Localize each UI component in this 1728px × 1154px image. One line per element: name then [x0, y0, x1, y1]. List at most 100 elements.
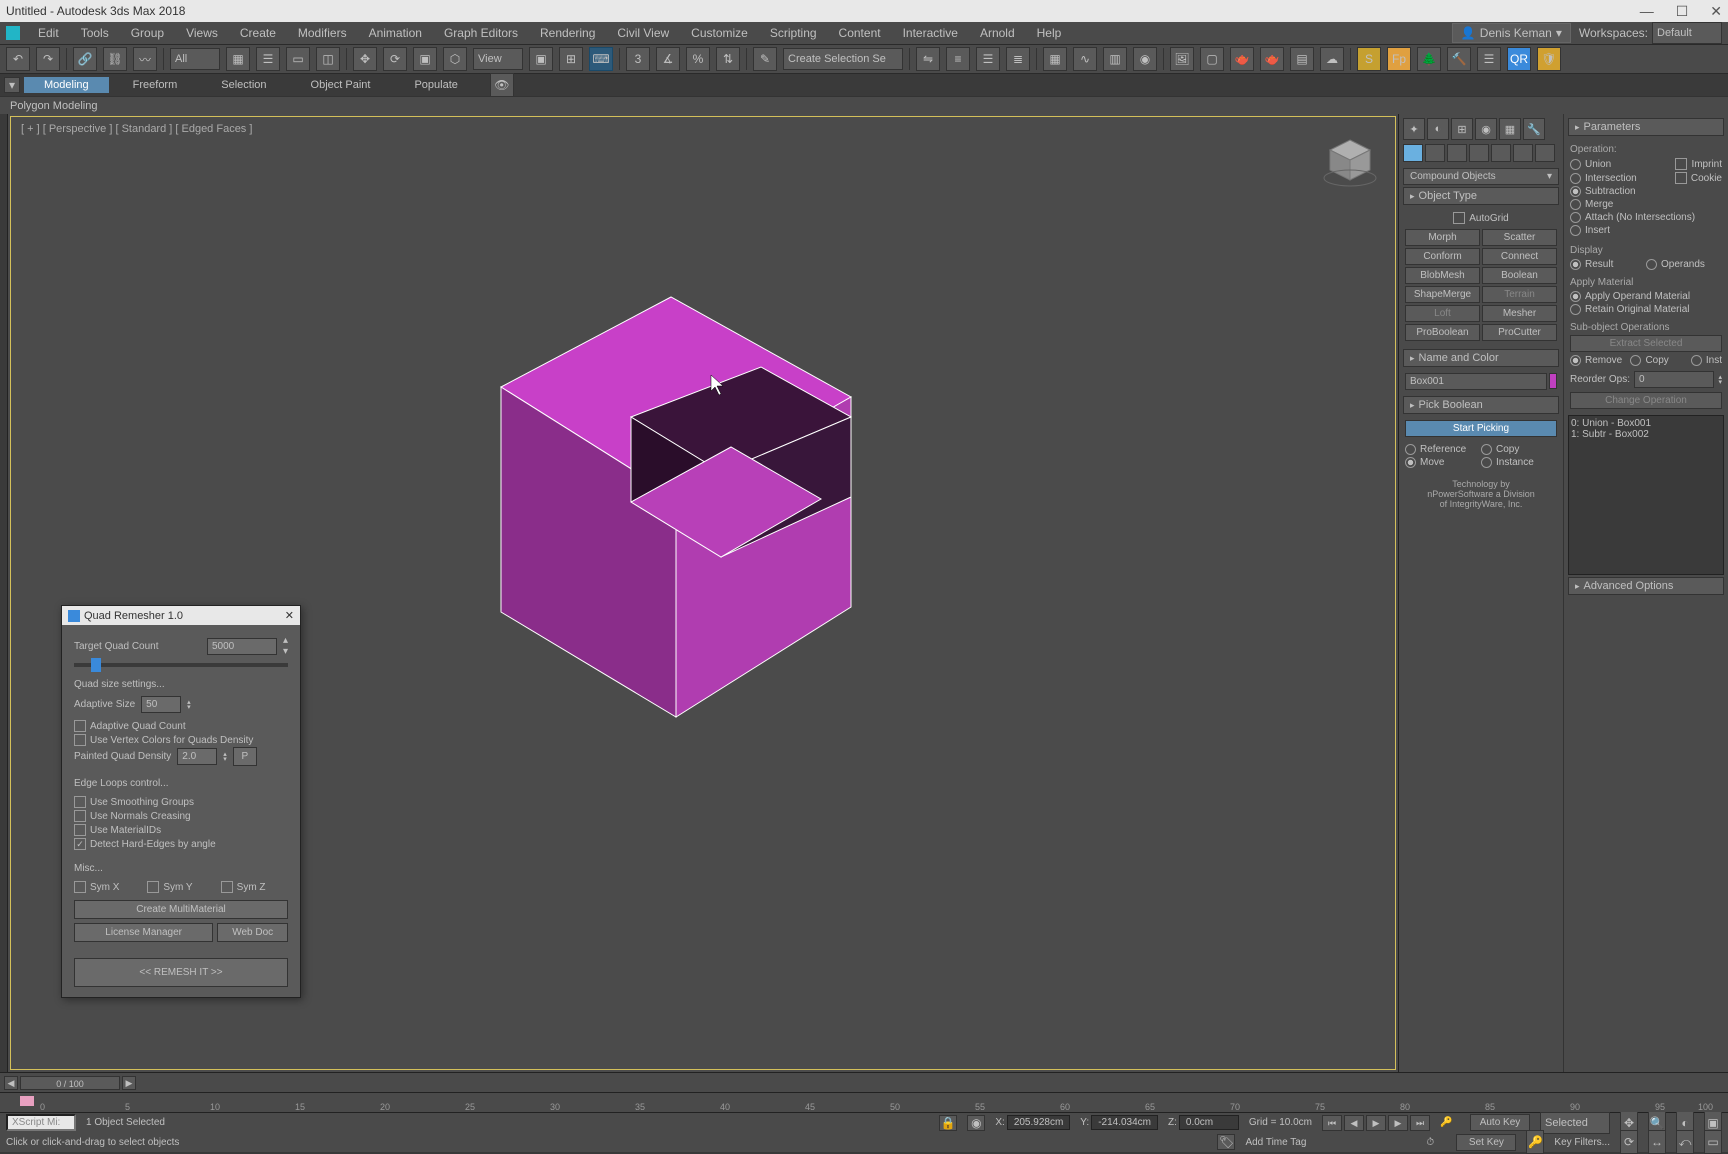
parameters-rollout[interactable]: Parameters: [1568, 118, 1724, 136]
union-radio[interactable]: Union: [1570, 157, 1675, 171]
menu-animation[interactable]: Animation: [359, 24, 432, 42]
object-type-rollout[interactable]: Object Type: [1403, 187, 1559, 205]
menu-group[interactable]: Group: [121, 24, 174, 42]
apply-operand-radio[interactable]: Apply Operand Material: [1570, 290, 1722, 303]
key-mode-icon[interactable]: 🔑: [1440, 1117, 1460, 1128]
adaptive-size-input[interactable]: [141, 696, 181, 713]
keyboard-shortcut-icon[interactable]: ⌨: [589, 47, 613, 71]
material-ids-check[interactable]: Use MaterialIDs: [74, 823, 288, 837]
nav-maxview-icon[interactable]: ▭: [1704, 1130, 1722, 1154]
reorder-spinner[interactable]: ▴▾: [1718, 375, 1722, 385]
menu-arnold[interactable]: Arnold: [970, 24, 1025, 42]
merge-radio[interactable]: Merge: [1570, 198, 1722, 211]
target-quad-slider[interactable]: [74, 663, 288, 667]
spinner-snap-icon[interactable]: ⇅: [716, 47, 740, 71]
dialog-close-icon[interactable]: ✕: [285, 609, 294, 622]
painted-density-input[interactable]: [177, 748, 217, 765]
modify-tab-icon[interactable]: ◐: [1427, 118, 1449, 140]
menu-interactive[interactable]: Interactive: [893, 24, 968, 42]
shield-icon[interactable]: 🛡: [1537, 47, 1561, 71]
move-icon[interactable]: ✥: [353, 47, 377, 71]
manip-icon[interactable]: ⊞: [559, 47, 583, 71]
viewport-label[interactable]: [ + ] [ Perspective ] [ Standard ] [ Edg…: [21, 123, 252, 135]
material-editor-icon[interactable]: ◉: [1133, 47, 1157, 71]
smoothing-groups-check[interactable]: Use Smoothing Groups: [74, 795, 288, 809]
layers-icon[interactable]: ☰: [976, 47, 1000, 71]
proboolean-btn[interactable]: ProBoolean: [1405, 324, 1480, 341]
edit-selset-icon[interactable]: ✎: [753, 47, 777, 71]
floorgen-icon[interactable]: Fp: [1387, 47, 1411, 71]
menu-content[interactable]: Content: [829, 24, 891, 42]
play-icon[interactable]: ▶: [1366, 1115, 1386, 1131]
unlink-icon[interactable]: ⛓: [103, 47, 127, 71]
next-frame-icon[interactable]: ▶: [1388, 1115, 1408, 1131]
operands-list[interactable]: 0: Union - Box001 1: Subtr - Box002: [1568, 415, 1724, 575]
menu-modifiers[interactable]: Modifiers: [288, 24, 357, 42]
remesh-btn[interactable]: << REMESH IT >>: [74, 958, 288, 987]
isolate-icon[interactable]: ◉: [967, 1115, 985, 1131]
imprint-check[interactable]: Imprint: [1675, 157, 1722, 171]
nav-orbit-icon[interactable]: ⟳: [1620, 1130, 1638, 1154]
selection-filter[interactable]: All: [170, 48, 220, 70]
instance-radio[interactable]: Instance: [1481, 456, 1557, 469]
tab-freeform[interactable]: Freeform: [113, 77, 198, 93]
spacewarps-subtab-icon[interactable]: [1513, 144, 1533, 162]
ribbon-toggle-icon[interactable]: ▦: [1043, 47, 1067, 71]
hard-edges-check[interactable]: Detect Hard-Edges by angle: [74, 837, 288, 851]
boolean-btn[interactable]: Boolean: [1482, 267, 1557, 284]
undo-icon[interactable]: ↶: [6, 47, 30, 71]
prev-frame-icon[interactable]: ◀: [1344, 1115, 1364, 1131]
conform-btn[interactable]: Conform: [1405, 248, 1480, 265]
x-value[interactable]: 205.928cm: [1007, 1115, 1070, 1130]
spinner-arrows-2[interactable]: ▴▾: [187, 700, 191, 710]
connect-btn[interactable]: Connect: [1482, 248, 1557, 265]
qr-plugin-icon[interactable]: QR: [1507, 47, 1531, 71]
advanced-rollout[interactable]: Advanced Options: [1568, 577, 1724, 595]
add-time-tag[interactable]: Add Time Tag: [1245, 1137, 1306, 1148]
script-listener[interactable]: [6, 1114, 76, 1131]
intersection-radio[interactable]: Intersection: [1570, 171, 1675, 185]
subtraction-radio[interactable]: Subtraction: [1570, 185, 1722, 198]
render-prod-icon[interactable]: 🫖: [1230, 47, 1254, 71]
time-ruler[interactable]: 0 5 10 15 20 25 30 35 40 45 50 55 60 65 …: [0, 1092, 1728, 1112]
inst-radio[interactable]: Inst: [1691, 354, 1722, 367]
extract-btn[interactable]: Extract Selected: [1570, 335, 1722, 352]
web-doc-btn[interactable]: Web Doc: [217, 923, 288, 942]
list-item[interactable]: 1: Subtr - Box002: [1571, 429, 1721, 440]
vertex-colors-check[interactable]: Use Vertex Colors for Quads Density: [74, 733, 288, 747]
change-op-btn[interactable]: Change Operation: [1570, 392, 1722, 409]
minimize-icon[interactable]: —: [1640, 3, 1654, 20]
attach-radio[interactable]: Attach (No Intersections): [1570, 211, 1722, 224]
blobmesh-btn[interactable]: BlobMesh: [1405, 267, 1480, 284]
copy2-radio[interactable]: Copy: [1630, 354, 1690, 367]
menu-edit[interactable]: Edit: [28, 24, 69, 42]
motion-tab-icon[interactable]: ◉: [1475, 118, 1497, 140]
goto-start-icon[interactable]: ⏮: [1322, 1115, 1342, 1131]
time-key[interactable]: [20, 1096, 34, 1106]
autogrid-check[interactable]: AutoGrid: [1405, 211, 1557, 225]
pick-boolean-rollout[interactable]: Pick Boolean: [1403, 396, 1559, 414]
adaptive-quad-check[interactable]: Adaptive Quad Count: [74, 719, 288, 733]
align-icon[interactable]: ≡: [946, 47, 970, 71]
tag-icon[interactable]: 🏷: [1217, 1134, 1235, 1150]
symy-check[interactable]: Sym Y: [147, 880, 214, 894]
menu-scripting[interactable]: Scripting: [760, 24, 827, 42]
goto-end-icon[interactable]: ⏭: [1410, 1115, 1430, 1131]
target-quad-input[interactable]: [207, 638, 277, 655]
insert-radio[interactable]: Insert: [1570, 224, 1722, 237]
script-icon[interactable]: S: [1357, 47, 1381, 71]
symz-check[interactable]: Sym Z: [221, 880, 288, 894]
keyfilter-icon[interactable]: 🔑: [1526, 1130, 1544, 1154]
loft-btn[interactable]: Loft: [1405, 305, 1480, 322]
render-setup-icon[interactable]: 🖼: [1170, 47, 1194, 71]
keysel-dropdown[interactable]: Selected: [1540, 1112, 1610, 1134]
tab-modeling[interactable]: Modeling: [24, 77, 109, 93]
workspaces-dropdown[interactable]: Default: [1652, 22, 1722, 44]
spinner-arrows-3[interactable]: ▴▾: [223, 752, 227, 762]
menu-create[interactable]: Create: [230, 24, 286, 42]
morph-btn[interactable]: Morph: [1405, 229, 1480, 246]
cookie-check[interactable]: Cookie: [1675, 171, 1722, 185]
scatter-btn[interactable]: Scatter: [1482, 229, 1557, 246]
menu-grapheditors[interactable]: Graph Editors: [434, 24, 528, 42]
hammer-icon[interactable]: 🔨: [1447, 47, 1471, 71]
